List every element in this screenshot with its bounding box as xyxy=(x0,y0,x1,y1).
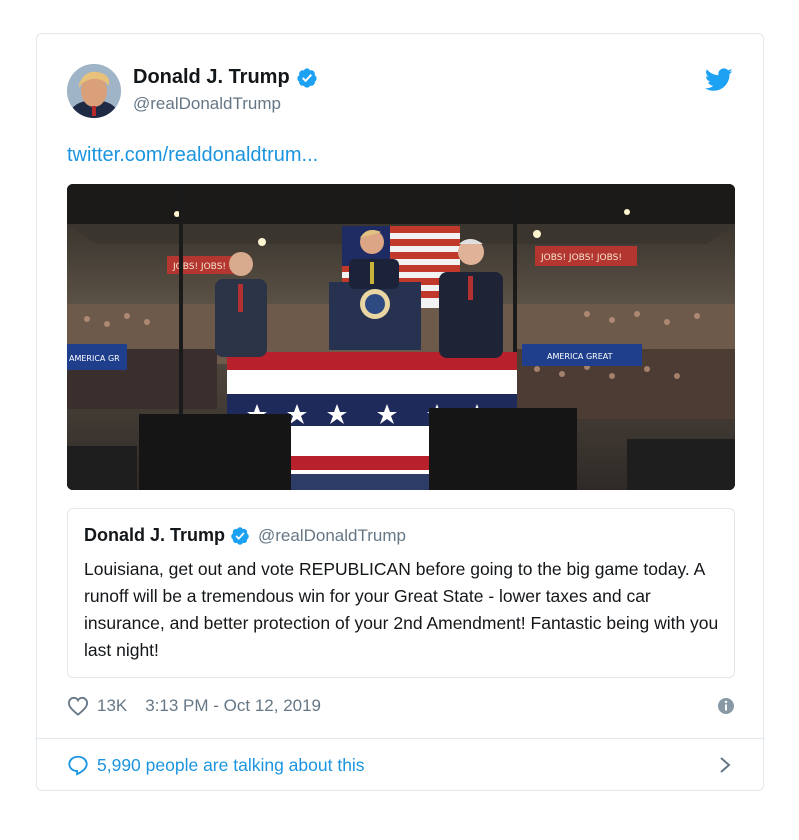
verified-badge-icon xyxy=(231,526,249,545)
tweet-link[interactable]: twitter.com/realdonaldtrum... xyxy=(67,144,318,167)
tweet-meta: 13K 3:13 PM - Oct 12, 2019 xyxy=(67,692,735,720)
author-display-name[interactable]: Donald J. Trump xyxy=(133,66,290,89)
info-icon[interactable] xyxy=(717,697,735,715)
banner-right-text: JOBS! JOBS! JOBS! xyxy=(540,253,622,263)
quoted-author-handle[interactable]: @realDonaldTrump xyxy=(258,526,406,546)
banner-lower-right-text: AMERICA GREAT xyxy=(547,352,613,361)
quoted-tweet-header: Donald J. Trump @realDonaldTrump xyxy=(84,525,718,546)
quoted-author-name[interactable]: Donald J. Trump xyxy=(84,525,225,546)
quoted-tweet[interactable]: Donald J. Trump @realDonaldTrump Louisia… xyxy=(67,508,735,678)
tweet-photo[interactable]: JOBS! JOBS! JOBS! JOBS! JOBS! AMERICA GR… xyxy=(67,184,735,490)
divider xyxy=(37,738,763,739)
quoted-tweet-text: Louisiana, get out and vote REPUBLICAN b… xyxy=(84,559,719,660)
author-handle[interactable]: @realDonaldTrump xyxy=(133,94,281,114)
tweet-card: Donald J. Trump @realDonaldTrump twitter… xyxy=(36,33,764,791)
conversation-link[interactable]: 5,990 people are talking about this xyxy=(67,750,735,780)
like-count[interactable]: 13K xyxy=(97,696,127,716)
tweet-timestamp[interactable]: 3:13 PM - Oct 12, 2019 xyxy=(145,696,321,716)
banner-lower-left-text: AMERICA GR xyxy=(69,354,120,363)
author-name-row[interactable]: Donald J. Trump xyxy=(133,66,318,89)
heart-icon[interactable] xyxy=(67,696,89,716)
speech-bubble-icon xyxy=(68,755,88,776)
twitter-bird-icon[interactable] xyxy=(705,68,733,92)
conversation-count-text[interactable]: 5,990 people are talking about this xyxy=(97,755,365,776)
verified-badge-icon xyxy=(297,67,317,88)
tweet-header: Donald J. Trump @realDonaldTrump xyxy=(67,64,735,120)
avatar[interactable] xyxy=(67,64,121,118)
chevron-right-icon[interactable] xyxy=(719,756,731,774)
